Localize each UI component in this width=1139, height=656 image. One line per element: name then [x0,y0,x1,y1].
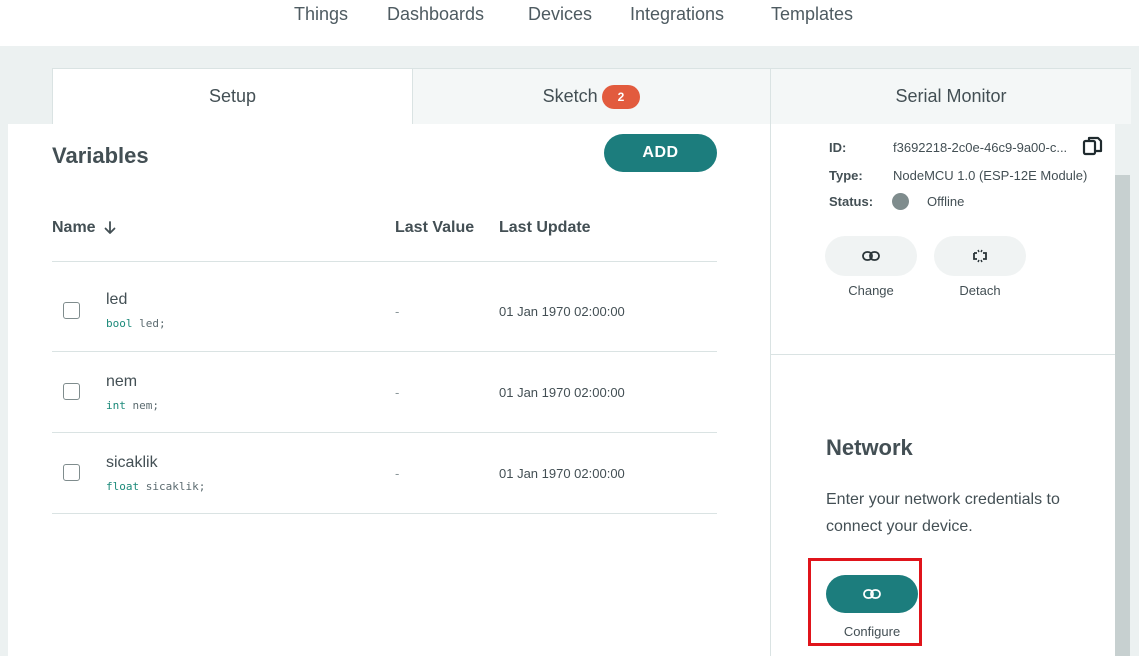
status-indicator-icon [892,193,909,210]
nav-integrations[interactable]: Integrations [630,4,724,25]
arrow-down-icon [104,221,116,235]
variable-declaration: float sicaklik; [106,480,205,493]
table-divider [52,351,717,352]
last-value: - [395,385,400,400]
variable-name[interactable]: sicaklik [106,454,158,472]
panel-divider [770,124,771,656]
copy-icon[interactable] [1082,135,1104,162]
tab-setup-label: Setup [208,86,257,106]
last-update: 01 Jan 1970 02:00:00 [499,385,625,400]
last-value: - [395,304,400,319]
detach-label: Detach [959,283,1001,298]
table-divider [52,513,717,514]
variable-identifier: nem; [132,399,160,412]
column-header-name-label: Name [52,219,96,236]
section-divider [771,354,1115,355]
variable-identifier: sicaklik; [145,480,206,493]
column-header-last-update[interactable]: Last Update [499,219,591,237]
tab-sketch[interactable]: Sketch 2 [413,68,771,124]
column-header-name[interactable]: Name [52,219,116,237]
link-icon [862,250,880,262]
nav-dashboards[interactable]: Dashboards [387,4,484,25]
variable-type: int [106,399,126,412]
scrollbar-thumb[interactable] [1115,175,1130,656]
change-label: Change [848,283,894,298]
variables-title: Variables [52,143,149,168]
change-device-button[interactable] [825,236,917,276]
row-checkbox[interactable] [63,383,80,400]
tab-serial-monitor-label: Serial Monitor [895,86,1007,106]
variable-declaration: int nem; [106,399,159,412]
variable-name[interactable]: led [106,291,127,309]
network-description: Enter your network credentials to connec… [826,491,1060,535]
tab-setup[interactable]: Setup [52,68,413,124]
last-update: 01 Jan 1970 02:00:00 [499,304,625,319]
variable-type: float [106,480,140,493]
unlink-icon [971,249,989,263]
last-value: - [395,466,400,481]
device-type-label: Type: [829,168,863,183]
nav-templates[interactable]: Templates [771,4,853,25]
variable-declaration: bool led; [106,317,166,330]
detach-device-button[interactable] [934,236,1026,276]
nav-things[interactable]: Things [294,4,348,25]
device-id-label: ID: [829,140,847,155]
device-status-label: Status: [829,194,874,209]
network-title: Network [826,435,913,460]
device-type-value: NodeMCU 1.0 (ESP-12E Module) [893,168,1088,183]
device-id-value: f3692218-2c0e-46c9-9a00-c... [893,140,1068,155]
table-divider [52,432,717,433]
device-status-value: Offline [927,194,965,209]
column-header-last-value[interactable]: Last Value [395,219,474,237]
sketch-count-badge: 2 [601,84,641,109]
tab-serial-monitor[interactable]: Serial Monitor [771,68,1131,124]
table-divider [52,261,717,262]
variable-identifier: led; [139,317,166,330]
highlight-box [808,558,922,646]
variable-type: bool [106,317,133,330]
last-update: 01 Jan 1970 02:00:00 [499,466,625,481]
nav-devices[interactable]: Devices [528,4,592,25]
add-variable-button[interactable]: ADD [604,134,717,172]
row-checkbox[interactable] [63,302,80,319]
variable-name[interactable]: nem [106,373,137,391]
row-checkbox[interactable] [63,464,80,481]
tab-sketch-label: Sketch [542,86,598,106]
